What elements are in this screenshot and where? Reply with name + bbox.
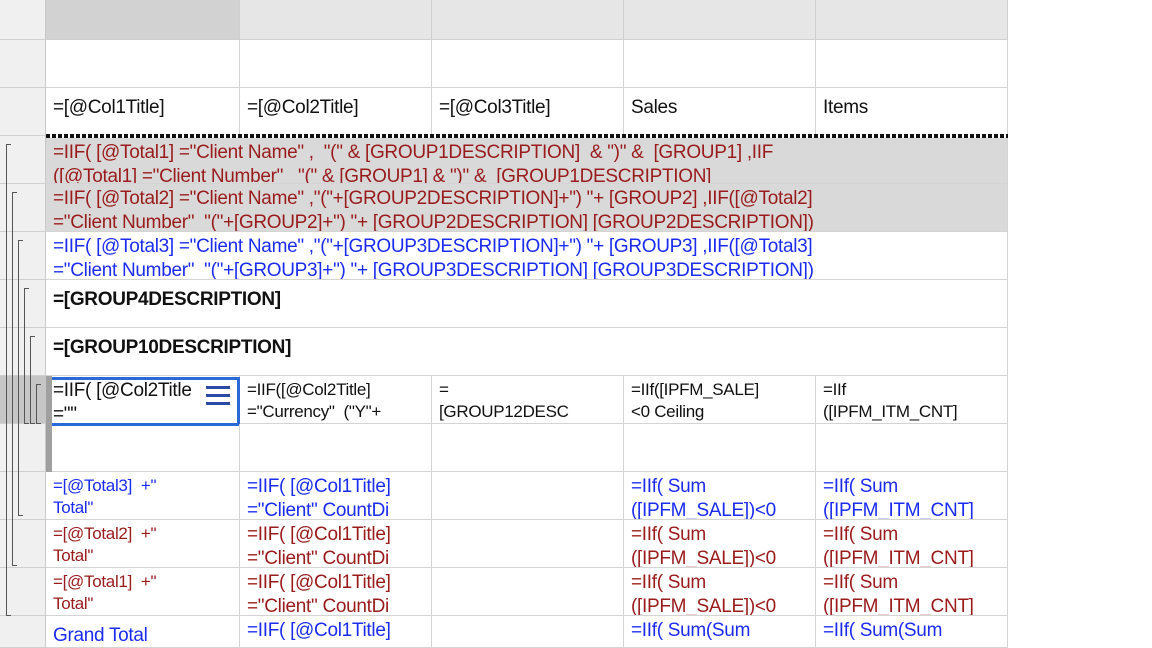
column-handle-4[interactable] bbox=[624, 0, 816, 40]
cell[interactable] bbox=[624, 40, 816, 88]
group3-line2: ="Client Number" "("+[GROUP3]+") "+ [GRO… bbox=[53, 260, 814, 280]
group1-header-cell[interactable]: =IIF( [@Total1] ="Client Name" , "(" & [… bbox=[46, 138, 1008, 184]
group3-line1: =IIF( [@Total3] ="Client Name" ,"("+[GRO… bbox=[53, 236, 813, 257]
group1-line1: =IIF( [@Total1] ="Client Name" , "(" & [… bbox=[53, 142, 774, 163]
total2-count-cell[interactable]: =IIF( [@Col1Title] ="Client" CountDi bbox=[240, 520, 432, 568]
total3-sales-cell[interactable]: =IIf( Sum ([IPFM_SALE])<0 bbox=[624, 472, 816, 520]
header-cell-col1[interactable]: =[@Col1Title] bbox=[46, 88, 240, 136]
row-handle[interactable] bbox=[0, 616, 46, 648]
row-handle-menu-icon[interactable] bbox=[206, 386, 230, 406]
group-bracket-icon bbox=[30, 336, 35, 424]
header-cell-items[interactable]: Items bbox=[816, 88, 1008, 136]
group-bracket-icon bbox=[6, 144, 11, 616]
header-cell-col3[interactable]: =[@Col3Title] bbox=[432, 88, 624, 136]
cell[interactable] bbox=[240, 40, 432, 88]
group3-header-cell[interactable]: =IIF( [@Total3] ="Client Name" ,"("+[GRO… bbox=[46, 232, 1008, 280]
group-bracket-icon bbox=[24, 288, 29, 424]
group10-header-cell[interactable]: =[GROUP10DESCRIPTION] bbox=[46, 328, 1008, 376]
group-bracket-icon bbox=[12, 192, 17, 566]
total2-sales-cell[interactable]: =IIf( Sum ([IPFM_SALE])<0 bbox=[624, 520, 816, 568]
row-handle[interactable] bbox=[0, 88, 46, 136]
total3-count-cell[interactable]: =IIF( [@Col1Title] ="Client" CountDi bbox=[240, 472, 432, 520]
total2-items-cell[interactable]: =IIf( Sum ([IPFM_ITM_CNT] bbox=[816, 520, 1008, 568]
total2-label-cell[interactable]: =[@Total2] +" Total" bbox=[46, 520, 240, 568]
detail-cell-col2[interactable]: =IIF([@Col2Title] ="Currency" ("Y"+ bbox=[240, 376, 432, 424]
grand-total-count-cell[interactable]: =IIF( [@Col1Title] bbox=[240, 616, 432, 648]
row-group-indicator bbox=[46, 376, 52, 472]
detail-cell-items[interactable]: =IIf ([IPFM_ITM_CNT] bbox=[816, 376, 1008, 424]
cell[interactable] bbox=[624, 424, 816, 472]
total1-count-cell[interactable]: =IIF( [@Col1Title] ="Client" CountDi bbox=[240, 568, 432, 616]
detail-cell-sales[interactable]: =IIf([IPFM_SALE] <0 Ceiling bbox=[624, 376, 816, 424]
total3-col3-cell[interactable] bbox=[432, 472, 624, 520]
tablix-design-grid: =[@Col1Title] =[@Col2Title] =[@Col3Title… bbox=[0, 0, 1008, 648]
group2-header-cell[interactable]: =IIF( [@Total2] ="Client Name" ,"("+[GRO… bbox=[46, 184, 1008, 232]
cell[interactable] bbox=[816, 424, 1008, 472]
row-handle[interactable] bbox=[0, 0, 46, 40]
header-cell-col2[interactable]: =[@Col2Title] bbox=[240, 88, 432, 136]
column-handle-2[interactable] bbox=[240, 0, 432, 40]
cell[interactable] bbox=[816, 40, 1008, 88]
column-handle-3[interactable] bbox=[432, 0, 624, 40]
cell[interactable] bbox=[432, 424, 624, 472]
column-handle-1[interactable] bbox=[46, 0, 240, 40]
total1-sales-cell[interactable]: =IIf( Sum ([IPFM_SALE])<0 bbox=[624, 568, 816, 616]
total1-label-cell[interactable]: =[@Total1] +" Total" bbox=[46, 568, 240, 616]
group2-line1: =IIF( [@Total2] ="Client Name" ,"("+[GRO… bbox=[53, 188, 813, 209]
cell[interactable] bbox=[432, 40, 624, 88]
total1-items-cell[interactable]: =IIf( Sum ([IPFM_ITM_CNT] bbox=[816, 568, 1008, 616]
group1-line2: ([@Total1] ="Client Number" "(" & [GROUP… bbox=[53, 166, 712, 184]
grand-total-items-cell[interactable]: =IIf( Sum(Sum bbox=[816, 616, 1008, 648]
group4-header-cell[interactable]: =[GROUP4DESCRIPTION] bbox=[46, 280, 1008, 328]
header-cell-sales[interactable]: Sales bbox=[624, 88, 816, 136]
group-bracket-icon bbox=[18, 240, 23, 516]
detail-cell-col3[interactable]: = [GROUP12DESC bbox=[432, 376, 624, 424]
row-handle[interactable] bbox=[0, 40, 46, 88]
group2-line2: ="Client Number" "("+[GROUP2]+") "+ [GRO… bbox=[53, 212, 814, 232]
total1-col3-cell[interactable] bbox=[432, 568, 624, 616]
cell[interactable] bbox=[240, 424, 432, 472]
grand-total-col3-cell[interactable] bbox=[432, 616, 624, 648]
column-handle-5[interactable] bbox=[816, 0, 1008, 40]
cell[interactable] bbox=[46, 40, 240, 88]
total3-items-cell[interactable]: =IIf( Sum ([IPFM_ITM_CNT] bbox=[816, 472, 1008, 520]
cell[interactable] bbox=[46, 424, 240, 472]
grand-total-label-cell[interactable]: Grand Total bbox=[46, 616, 240, 648]
total2-col3-cell[interactable] bbox=[432, 520, 624, 568]
grand-total-sales-cell[interactable]: =IIf( Sum(Sum bbox=[624, 616, 816, 648]
group-bracket-icon bbox=[36, 384, 41, 424]
total3-label-cell[interactable]: =[@Total3] +" Total" bbox=[46, 472, 240, 520]
